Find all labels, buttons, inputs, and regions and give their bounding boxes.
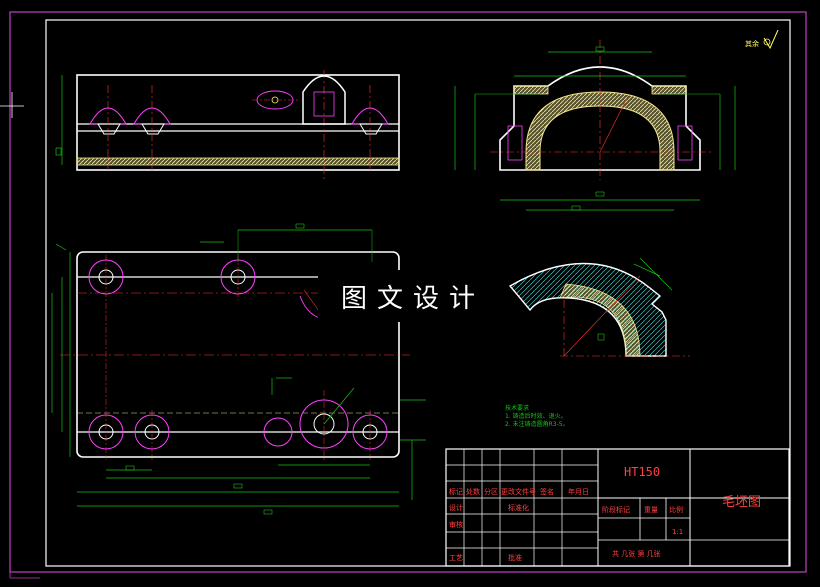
tb-label-zone: 分区 (484, 487, 498, 496)
notes-line-1: 1. 铸造后时效、退火。 (505, 412, 567, 420)
tb-scale: 比例 (669, 505, 683, 514)
title-block: 标记 处数 分区 更改文件号 签名 年月日 设计 标准化 审核 工艺 批准 阶段… (445, 448, 790, 567)
tb-label-count: 处数 (466, 487, 480, 496)
tb-label-change-doc: 更改文件号 (501, 487, 536, 496)
notes-heading: 技术要求 (505, 404, 529, 412)
section-view (508, 257, 690, 357)
notes-line-2: 2. 未注铸造圆角R3-5。 (505, 420, 569, 428)
tb-drawing-title: 毛坯图 (722, 495, 761, 510)
tb-sheet-info: 共 几张 第 几张 (612, 549, 661, 558)
tb-material: HT150 (624, 465, 660, 479)
tb-process: 工艺 (449, 554, 463, 562)
side-view (454, 40, 736, 211)
technical-notes: 技术要求 1. 铸造后时效、退火。 2. 未注铸造圆角R3-5。 (505, 404, 569, 428)
watermark: 图文设计 (318, 270, 508, 322)
tb-stage-mark: 阶段标记 (602, 505, 630, 514)
tb-design: 设计 (449, 503, 463, 512)
tb-scale-value: 1:1 (672, 528, 683, 536)
tb-standardize: 标准化 (508, 503, 529, 512)
front-view (55, 70, 400, 180)
tb-weight: 重量 (644, 506, 658, 514)
tb-label-mark: 标记 (449, 487, 463, 496)
tb-review: 审核 (449, 520, 463, 529)
roughness-label: 其余 (745, 39, 759, 48)
tb-approve: 批准 (508, 553, 522, 562)
tb-label-sign: 签名 (540, 487, 554, 496)
tb-label-date: 年月日 (568, 487, 589, 496)
roughness-symbol: 其余 (745, 29, 779, 50)
top-view (51, 223, 426, 515)
